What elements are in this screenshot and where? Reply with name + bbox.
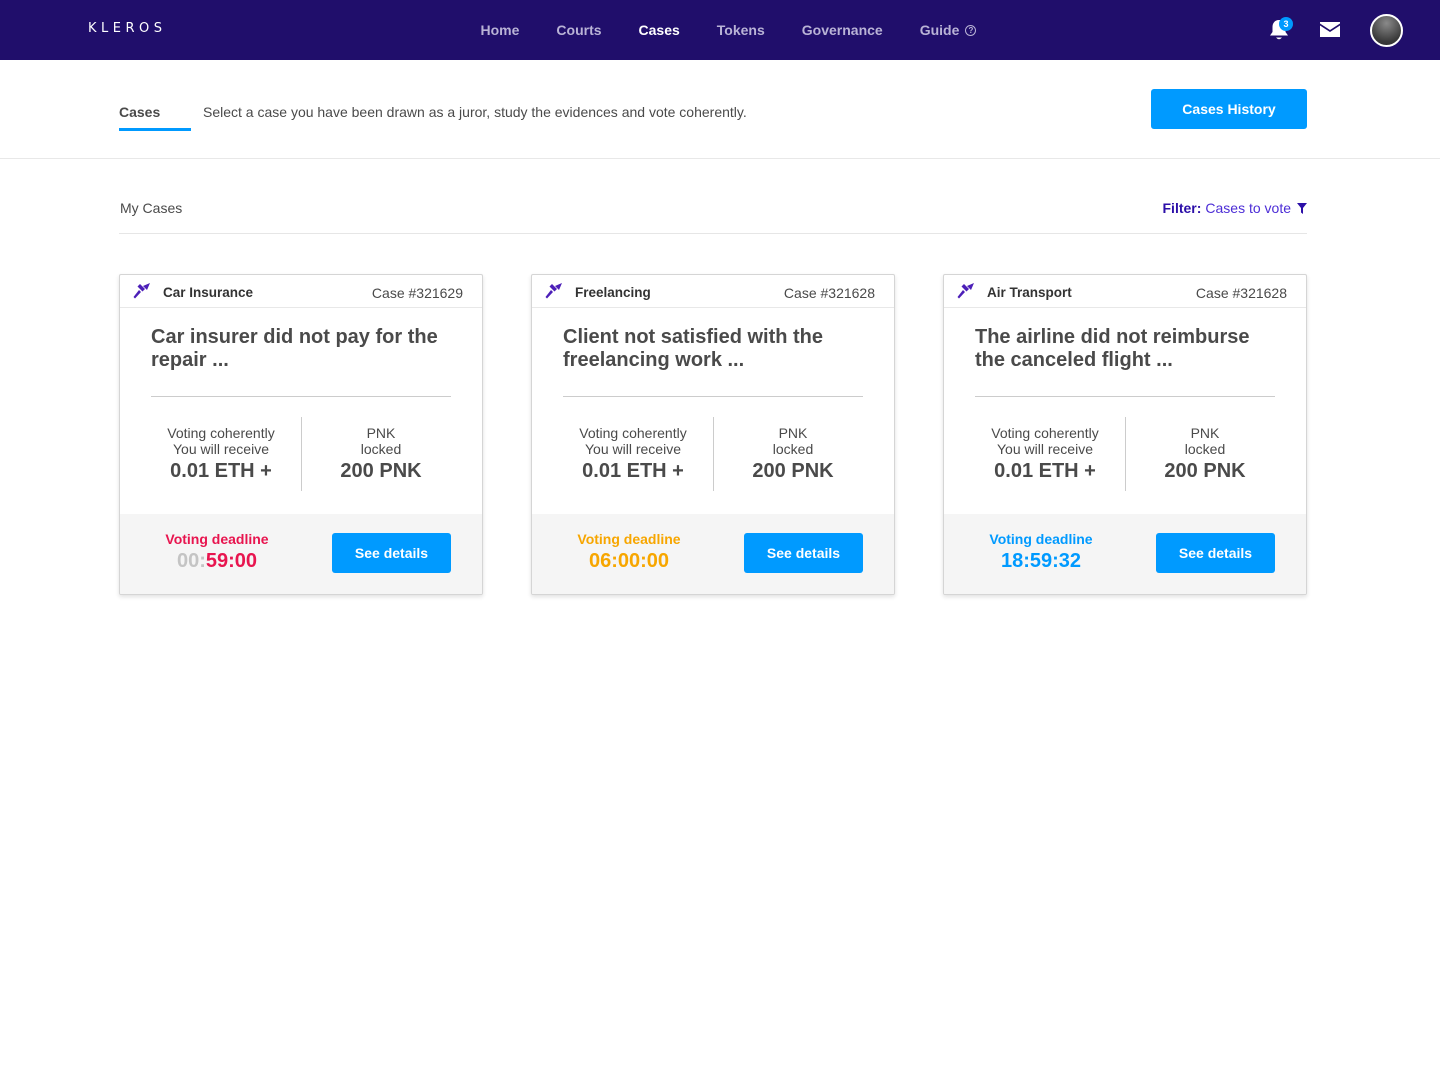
deadline-countdown: 06:00:00 — [563, 550, 695, 573]
top-navbar: KLEROS Home Courts Cases Tokens Governan… — [0, 0, 1440, 60]
reward-label: Voting coherently — [991, 425, 1099, 441]
deadline-label: Voting deadline — [165, 531, 269, 547]
case-card: Car Insurance Case #321629 Car insurer d… — [119, 274, 483, 595]
locked-value: 200 PNK — [340, 460, 422, 482]
notification-count-badge: 3 — [1279, 17, 1293, 31]
reward-value: 0.01 ETH + — [994, 460, 1096, 482]
locked-value: 200 PNK — [1164, 460, 1246, 482]
nav-item-label: Guide — [919, 22, 960, 38]
locked-value: 200 PNK — [752, 460, 834, 482]
case-number: Case #321629 — [371, 285, 463, 301]
deadline-countdown-value: 06:00:00 — [588, 550, 670, 572]
case-card: Air Transport Case #321628 The airline d… — [943, 274, 1307, 595]
kleros-logo[interactable]: KLEROS — [88, 21, 167, 36]
funnel-icon — [1297, 202, 1307, 214]
case-card: Freelancing Case #321628 Client not sati… — [531, 274, 895, 595]
page-description: Select a case you have been drawn as a j… — [203, 104, 747, 120]
filter-value: Cases to vote — [1205, 200, 1291, 216]
case-card-footer: Voting deadline 06:00:00 See details — [532, 514, 894, 594]
divider — [301, 417, 302, 491]
deadline-countdown: 00:59:00 — [151, 550, 283, 573]
locked-label: PNK — [1190, 425, 1220, 441]
deadline-countdown: 18:59:32 — [975, 550, 1107, 573]
case-card-footer: Voting deadline 18:59:32 See details — [944, 514, 1306, 594]
nav-item-label: Cases — [638, 22, 680, 38]
reward-info: Voting coherently You will receive 0.01 … — [151, 425, 291, 482]
reward-label: You will receive — [585, 441, 681, 457]
gavel-icon — [545, 283, 562, 299]
see-details-button[interactable]: See details — [744, 533, 863, 573]
nav-item-label: Home — [480, 22, 520, 38]
reward-label: Voting coherently — [579, 425, 687, 441]
reward-label: You will receive — [997, 441, 1093, 457]
court-name: Air Transport — [987, 285, 1072, 300]
deadline-countdown-value: 18:59:32 — [1000, 550, 1082, 572]
cases-history-button[interactable]: Cases History — [1151, 89, 1307, 129]
gavel-icon — [957, 283, 974, 299]
filter-label: Filter: — [1162, 200, 1202, 216]
locked-label: PNK — [366, 425, 396, 441]
divider — [563, 396, 863, 397]
locked-label: locked — [360, 441, 402, 457]
nav-item-governance[interactable]: Governance — [783, 22, 901, 38]
case-card-header: Freelancing Case #321628 — [532, 275, 894, 308]
avatar[interactable] — [1370, 14, 1403, 47]
help-icon: ? — [965, 24, 977, 36]
nav-item-guide[interactable]: Guide ? — [901, 22, 995, 38]
deadline-countdown-value: 59:00 — [205, 550, 258, 572]
nav-item-home[interactable]: Home — [462, 22, 538, 38]
reward-label: You will receive — [173, 441, 269, 457]
locked-info: PNK locked 200 PNK — [723, 425, 863, 482]
tab-cases[interactable]: Cases — [119, 104, 160, 120]
nav-item-tokens[interactable]: Tokens — [698, 22, 783, 38]
locked-info: PNK locked 200 PNK — [311, 425, 451, 482]
deadline-countdown-dim: 00: — [176, 550, 206, 572]
reward-value: 0.01 ETH + — [582, 460, 684, 482]
locked-label: PNK — [778, 425, 808, 441]
gavel-icon — [133, 283, 150, 299]
deadline-label: Voting deadline — [577, 531, 681, 547]
nav-item-cases[interactable]: Cases — [620, 22, 698, 38]
case-card-footer: Voting deadline 00:59:00 See details — [120, 514, 482, 594]
see-details-button[interactable]: See details — [1156, 533, 1275, 573]
nav-item-courts[interactable]: Courts — [538, 22, 620, 38]
voting-deadline: Voting deadline 00:59:00 — [151, 531, 283, 573]
reward-value: 0.01 ETH + — [170, 460, 272, 482]
nav-item-label: Governance — [801, 22, 883, 38]
divider — [151, 396, 451, 397]
voting-deadline: Voting deadline 18:59:32 — [975, 531, 1107, 573]
case-card-header: Car Insurance Case #321629 — [120, 275, 482, 308]
locked-info: PNK locked 200 PNK — [1135, 425, 1275, 482]
case-number: Case #321628 — [783, 285, 875, 301]
case-number: Case #321628 — [1195, 285, 1287, 301]
deadline-label: Voting deadline — [989, 531, 1093, 547]
divider — [975, 396, 1275, 397]
locked-label: locked — [772, 441, 814, 457]
reward-label: Voting coherently — [167, 425, 275, 441]
reward-info: Voting coherently You will receive 0.01 … — [563, 425, 703, 482]
court-name: Freelancing — [575, 285, 651, 300]
mail-icon[interactable] — [1319, 21, 1341, 38]
case-title: Car insurer did not pay for the repair .… — [151, 326, 438, 371]
nav-item-label: Tokens — [716, 22, 765, 38]
case-card-header: Air Transport Case #321628 — [944, 275, 1306, 308]
active-tab-indicator — [119, 128, 191, 131]
locked-label: locked — [1184, 441, 1226, 457]
divider — [713, 417, 714, 491]
nav-item-label: Courts — [556, 22, 602, 38]
divider — [1125, 417, 1126, 491]
court-name: Car Insurance — [163, 285, 254, 300]
case-title: Client not satisfied with the freelancin… — [563, 326, 824, 371]
case-title: The airline did not reimburse the cancel… — [975, 326, 1250, 371]
voting-deadline: Voting deadline 06:00:00 — [563, 531, 695, 573]
filter-dropdown[interactable]: Filter: Cases to vote — [1162, 200, 1307, 216]
divider — [119, 233, 1307, 234]
reward-info: Voting coherently You will receive 0.01 … — [975, 425, 1115, 482]
main-nav: Home Courts Cases Tokens Governance Guid… — [462, 0, 995, 60]
see-details-button[interactable]: See details — [332, 533, 451, 573]
section-title: My Cases — [120, 200, 183, 216]
page-header: Cases Select a case you have been drawn … — [0, 60, 1440, 159]
